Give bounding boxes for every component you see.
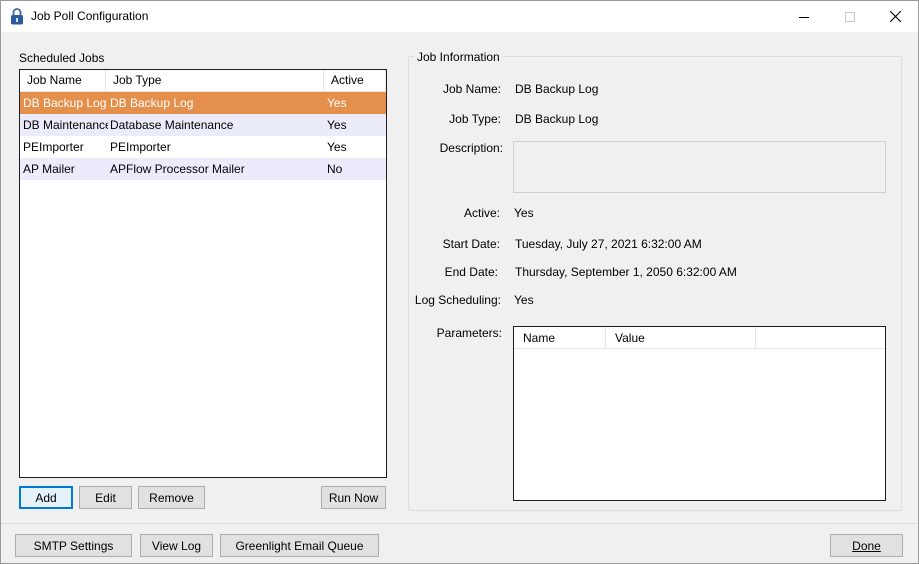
job-name-label: Job Name: [442, 82, 501, 96]
job-name-cell: DB Backup Log [23, 96, 107, 110]
job-active-cell: No [327, 162, 343, 176]
job-active-cell: Yes [327, 96, 347, 110]
done-button[interactable]: Done [830, 534, 903, 557]
view-log-button[interactable]: View Log [140, 534, 213, 557]
job-type-cell: PEImporter [110, 140, 171, 154]
job-type-cell: APFlow Processor Mailer [110, 162, 245, 176]
job-type-label: Job Type: [449, 112, 501, 126]
column-header-job-name[interactable]: Job Name [20, 70, 106, 91]
remove-button[interactable]: Remove [138, 486, 205, 509]
job-type-cell: DB Backup Log [110, 96, 194, 110]
scheduled-jobs-label: Scheduled Jobs [19, 51, 105, 65]
job-information-title: Job Information [414, 50, 503, 64]
column-header-job-type[interactable]: Job Type [106, 70, 324, 91]
active-value: Yes [514, 206, 534, 220]
close-icon [889, 11, 901, 22]
table-row[interactable]: PEImporter PEImporter Yes [20, 136, 386, 158]
active-label: Active: [463, 206, 500, 220]
log-scheduling-label: Log Scheduling: [414, 293, 501, 307]
start-date-value: Tuesday, July 27, 2021 6:32:00 AM [515, 237, 702, 251]
greenlight-email-queue-button[interactable]: Greenlight Email Queue [220, 534, 379, 557]
add-button[interactable]: Add [19, 486, 73, 509]
parameters-label: Parameters: [436, 326, 502, 340]
maximize-button[interactable] [827, 1, 873, 32]
column-header-value[interactable]: Value [606, 327, 756, 349]
table-row[interactable]: DB Backup Log DB Backup Log Yes [20, 92, 386, 114]
start-date-label: Start Date: [442, 237, 500, 251]
job-active-cell: Yes [327, 118, 347, 132]
lock-icon [11, 8, 23, 25]
job-type-cell: Database Maintenance [110, 118, 234, 132]
parameters-header-divider [514, 348, 885, 349]
description-label: Description: [439, 141, 503, 155]
title-bar: Job Poll Configuration [1, 1, 918, 32]
job-poll-window: Job Poll Configuration Scheduled Jobs Jo… [0, 0, 919, 564]
column-header-name[interactable]: Name [514, 327, 606, 349]
scheduled-jobs-list[interactable]: Job Name Job Type Active DB Backup Log D… [19, 69, 387, 478]
job-name-cell: PEImporter [23, 140, 84, 154]
bottom-bar [1, 523, 918, 563]
minimize-icon [799, 16, 809, 18]
column-header-active[interactable]: Active [324, 70, 386, 91]
job-name-cell: AP Mailer [23, 162, 75, 176]
job-type-value: DB Backup Log [515, 112, 599, 126]
edit-button[interactable]: Edit [79, 486, 132, 509]
parameters-list[interactable]: Name Value [513, 326, 886, 501]
job-name-cell: DB Maintenance [23, 118, 108, 132]
done-button-label: Done [852, 538, 881, 553]
table-row[interactable]: DB Maintenance Database Maintenance Yes [20, 114, 386, 136]
list-header: Job Name Job Type Active [20, 70, 386, 92]
description-field [513, 141, 886, 193]
smtp-settings-button[interactable]: SMTP Settings [15, 534, 132, 557]
run-now-button[interactable]: Run Now [321, 486, 386, 509]
window-title: Job Poll Configuration [31, 9, 149, 23]
table-row[interactable]: AP Mailer APFlow Processor Mailer No [20, 158, 386, 180]
job-name-value: DB Backup Log [515, 82, 599, 96]
log-scheduling-value: Yes [514, 293, 534, 307]
job-active-cell: Yes [327, 140, 347, 154]
close-button[interactable] [872, 1, 918, 32]
end-date-value: Thursday, September 1, 2050 6:32:00 AM [515, 265, 737, 279]
minimize-button[interactable] [781, 1, 827, 32]
maximize-icon [845, 11, 855, 22]
end-date-label: End Date: [444, 265, 498, 279]
